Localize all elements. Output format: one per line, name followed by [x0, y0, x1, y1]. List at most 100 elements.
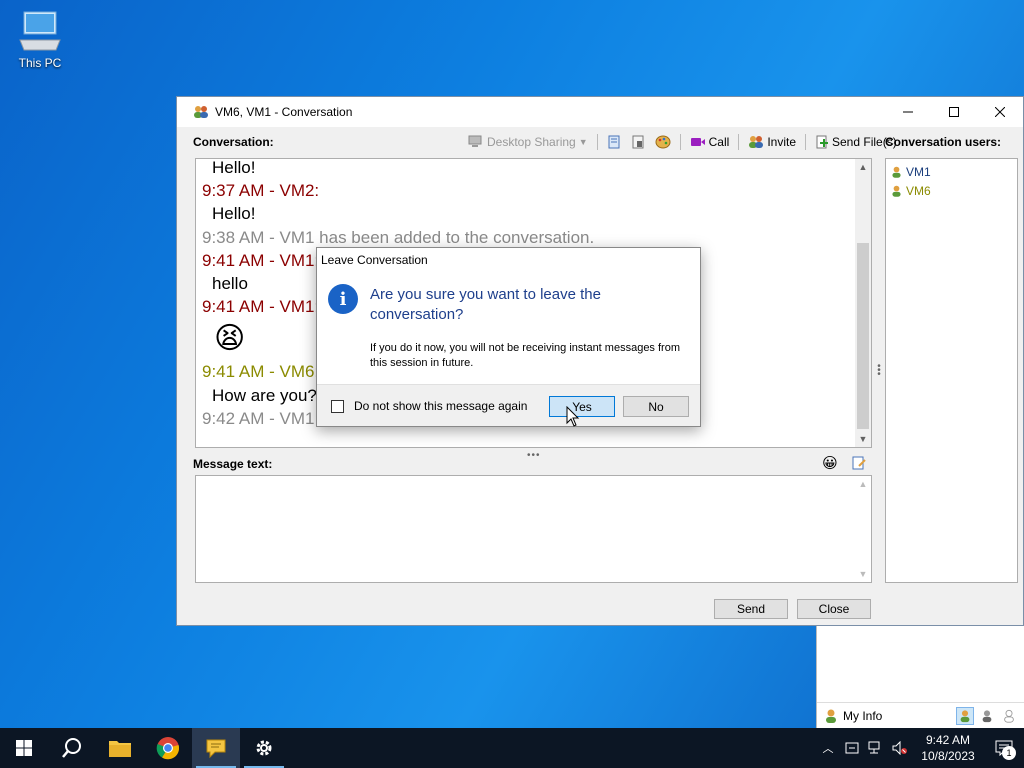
dialog-title: Leave Conversation — [321, 253, 428, 267]
note-edit-icon — [852, 456, 866, 470]
horizontal-splitter[interactable]: ••• — [527, 450, 543, 461]
search-button[interactable] — [48, 728, 96, 768]
emoticon-button[interactable]: 😀 — [820, 453, 840, 473]
scroll-up-icon[interactable]: ▲ — [855, 476, 871, 492]
start-button[interactable] — [0, 728, 48, 768]
desktop-icon-this-pc[interactable]: This PC — [12, 10, 68, 70]
toolbar-separator — [738, 134, 740, 150]
windows-icon — [16, 740, 32, 756]
window-title: VM6, VM1 - Conversation — [215, 105, 353, 119]
my-info-button[interactable]: My Info — [843, 709, 882, 723]
messenger-button[interactable] — [192, 728, 240, 768]
scroll-down-icon[interactable]: ▼ — [855, 566, 871, 582]
close-button[interactable]: Close — [797, 599, 871, 619]
volume-muted-icon — [892, 741, 907, 755]
history-icon — [608, 135, 620, 149]
settings-button[interactable] — [240, 728, 288, 768]
user-icon — [892, 166, 901, 178]
chrome-button[interactable] — [144, 728, 192, 768]
chat-bubble-icon — [206, 739, 226, 759]
user-list-item[interactable]: VM1 — [890, 162, 1013, 181]
video-camera-icon — [690, 138, 705, 146]
user-icon — [826, 709, 836, 723]
info-icon: i — [328, 284, 358, 314]
yes-button[interactable]: Yes — [549, 396, 615, 417]
network-icon — [868, 741, 880, 754]
conversation-label: Conversation: — [193, 135, 274, 149]
desktop-icon-label: This PC — [18, 56, 62, 70]
message-line: 9:37 AM - VM2: — [202, 181, 320, 201]
no-button[interactable]: No — [623, 396, 689, 417]
tray-security-button[interactable] — [840, 728, 864, 768]
call-button[interactable]: Call — [687, 131, 733, 153]
palette-button[interactable] — [652, 131, 674, 153]
chevron-up-icon: ︿ — [822, 743, 834, 755]
maximize-button[interactable] — [931, 97, 977, 127]
scrollbar-thumb[interactable] — [857, 243, 869, 429]
taskbar: ︿ 9:42 AM 10/8/2023 1 — [0, 728, 1024, 768]
scroll-down-icon[interactable]: ▼ — [855, 431, 871, 447]
close-icon — [995, 107, 1005, 117]
window-titlebar[interactable]: VM6, VM1 - Conversation — [177, 97, 1023, 127]
leave-conversation-dialog: Leave Conversation i Are you sure you wa… — [316, 247, 701, 427]
document-icon — [632, 135, 644, 149]
conversation-toolbar: Desktop Sharing ▼ Call Invite Send File(… — [465, 131, 900, 153]
invite-label: Invite — [767, 135, 796, 149]
tray-network-button[interactable] — [864, 728, 888, 768]
computer-icon — [19, 11, 61, 51]
system-tray: ︿ 9:42 AM 10/8/2023 1 — [816, 728, 1024, 768]
dont-show-again-label[interactable]: Do not show this message again — [354, 399, 527, 413]
folder-icon — [109, 741, 131, 757]
dialog-heading: Are you sure you want to leave the conve… — [370, 286, 601, 323]
toolbar-separator — [805, 134, 806, 150]
call-label: Call — [708, 135, 730, 149]
gear-icon — [256, 740, 272, 756]
notification-center-button[interactable]: 1 — [984, 728, 1024, 768]
history-button[interactable] — [604, 131, 624, 153]
user-name: VM6 — [906, 183, 931, 198]
report-button[interactable] — [628, 131, 648, 153]
dont-show-again-checkbox[interactable] — [331, 400, 344, 413]
chrome-icon — [156, 737, 180, 760]
tray-overflow-button[interactable]: ︿ — [816, 728, 840, 768]
desktop-sharing-label: Desktop Sharing — [487, 135, 576, 149]
dialog-body: If you do it now, you will not be receiv… — [370, 342, 680, 369]
conversation-users-list[interactable]: VM1 VM6 — [885, 158, 1018, 583]
message-input-scrollbar[interactable]: ▲ ▼ — [855, 476, 871, 582]
users-icon — [194, 106, 208, 118]
invite-users-icon — [749, 136, 764, 148]
message-line: Hello! — [212, 204, 256, 224]
desktop-sharing-icon — [468, 135, 482, 147]
close-window-button[interactable] — [977, 97, 1023, 127]
vertical-splitter[interactable]: • • • — [876, 362, 882, 380]
message-text-label: Message text: — [193, 457, 273, 471]
search-icon — [62, 738, 81, 758]
minimize-icon — [903, 111, 913, 113]
status-online-icon[interactable] — [956, 706, 974, 725]
palette-icon — [655, 135, 671, 149]
file-explorer-button[interactable] — [96, 728, 144, 768]
dialog-footer: Do not show this message again Yes No — [317, 384, 700, 426]
message-line: Hello! — [212, 158, 256, 177]
status-offline-icon[interactable] — [1000, 707, 1018, 725]
chevron-down-icon: ▼ — [578, 137, 588, 147]
message-line: 9:38 AM - VM1 has been added to the conv… — [202, 227, 595, 247]
tray-volume-button[interactable] — [888, 728, 912, 768]
conversation-scrollbar[interactable]: ▲ ▼ — [855, 159, 871, 447]
taskbar-clock[interactable]: 9:42 AM 10/8/2023 — [912, 732, 984, 764]
send-button[interactable]: Send — [714, 599, 788, 619]
invite-button[interactable]: Invite — [745, 131, 799, 153]
format-button[interactable] — [849, 453, 869, 473]
status-away-icon[interactable] — [978, 707, 996, 725]
message-input[interactable]: ▲ ▼ — [195, 475, 872, 583]
scroll-up-icon[interactable]: ▲ — [855, 159, 871, 175]
smiley-icon: 😀 — [822, 455, 838, 472]
user-list-item[interactable]: VM6 — [890, 181, 1013, 200]
notification-badge: 1 — [1002, 746, 1016, 760]
toolbar-separator — [596, 134, 598, 150]
my-info-bar: My Info — [817, 702, 1024, 728]
user-name: VM1 — [906, 164, 931, 179]
desktop-sharing-button[interactable]: Desktop Sharing ▼ — [465, 131, 591, 153]
toolbar-separator — [679, 134, 681, 150]
minimize-button[interactable] — [885, 97, 931, 127]
